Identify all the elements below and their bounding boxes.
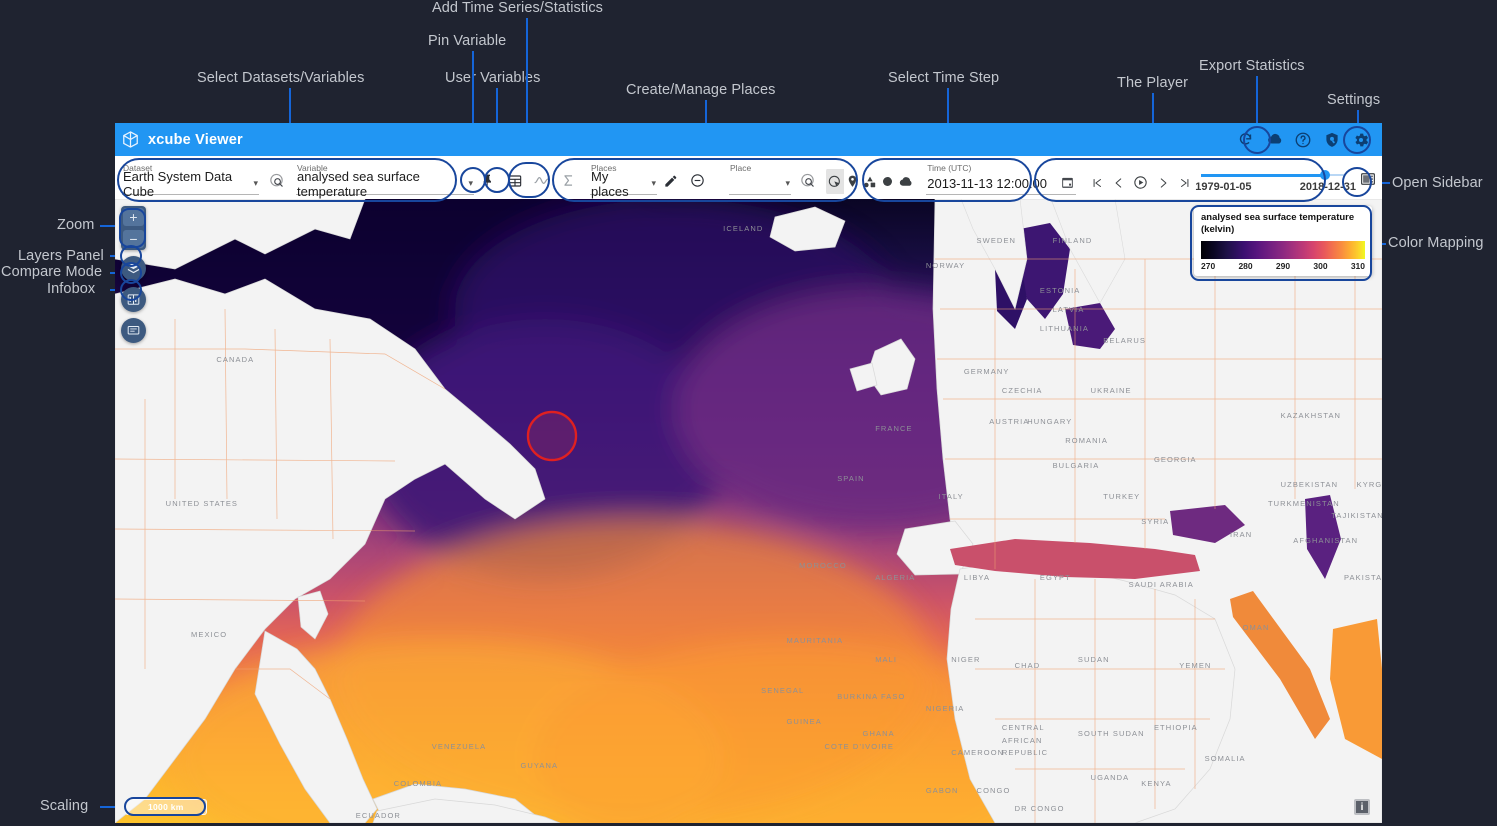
chevron-down-icon: ▾ (651, 178, 656, 188)
dataset-value[interactable]: Earth System Data Cube ▾ (122, 169, 259, 199)
annotation-zoom: Zoom (57, 217, 95, 233)
time-value-text: 2013-11-13 12:00:00 (927, 176, 1048, 191)
play-icon[interactable] (1130, 172, 1151, 193)
map-raster (115, 199, 1382, 823)
calendar-icon[interactable] (1060, 175, 1075, 193)
places-value-text: My places (591, 168, 629, 199)
legend-title-line1: analysed sea surface temperature (1201, 212, 1355, 223)
compare-mode-icon[interactable] (121, 287, 146, 312)
time-value[interactable]: 2013-11-13 12:00:00 (926, 174, 1077, 195)
zoom-out-button[interactable]: − (123, 230, 144, 248)
annotation-infobox: Infobox (47, 281, 96, 297)
pencil-icon[interactable] (657, 167, 684, 194)
dataset-selector[interactable]: Dataset Earth System Data Cube ▾ (122, 163, 259, 199)
map-canvas[interactable]: CANADA UNITED STATES MEXICO VENEZUELA COLOMB… (115, 199, 1382, 823)
minus-circle-icon[interactable] (684, 167, 711, 194)
control-bar: Dataset Earth System Data Cube ▾ Variabl… (115, 156, 1382, 199)
legend-title-line2: (kelvin) (1201, 224, 1235, 235)
slider-fill (1201, 174, 1326, 177)
legend-tick: 310 (1350, 261, 1365, 271)
places-value[interactable]: My places ▾ (590, 169, 657, 199)
annotation-scaling: Scaling (40, 798, 89, 814)
draw-tools-group (826, 168, 914, 195)
help-icon[interactable] (1290, 127, 1316, 153)
annotation-player: The Player (1117, 75, 1189, 91)
cloud-download-icon[interactable] (1261, 127, 1287, 153)
place-selector[interactable]: Place ▾ (729, 163, 791, 195)
zoom-in-button[interactable]: + (123, 208, 144, 226)
circle-icon[interactable] (879, 169, 897, 194)
select-pointer-icon[interactable] (826, 169, 844, 194)
page-title: xcube Viewer (148, 131, 243, 148)
annotation-settings: Settings (1327, 92, 1381, 108)
variable-value-text: analysed sea surface temperature (297, 168, 420, 199)
xcube-viewer-window: xcube Viewer Dataset Earth System Data C… (115, 123, 1382, 823)
color-mapping-legend[interactable]: analysed sea surface temperature (kelvin… (1194, 206, 1372, 276)
last-step-icon[interactable] (1174, 172, 1195, 193)
leader-line (1256, 76, 1258, 128)
annotation-layers-panel: Layers Panel (18, 248, 104, 264)
map-attribution-info-button[interactable]: i (1354, 799, 1370, 815)
marker-pin-icon[interactable] (844, 169, 862, 194)
titlebar: xcube Viewer (115, 123, 1382, 156)
slider-min-label: 1979-01-05 (1195, 181, 1252, 193)
open-sidebar-icon[interactable] (1358, 166, 1378, 192)
sigma-icon[interactable] (555, 167, 582, 194)
annotation-add-timeseries: Add Time Series/Statistics (432, 0, 604, 16)
places-selector[interactable]: Places My places ▾ (590, 163, 657, 199)
annotation-export-statistics: Export Statistics (1199, 58, 1305, 74)
cloud-upload-icon[interactable] (897, 169, 915, 194)
annotation-pin-variable: Pin Variable (428, 33, 507, 49)
polygon-icon[interactable] (861, 169, 879, 194)
cube-icon (121, 130, 140, 149)
next-step-icon[interactable] (1152, 172, 1173, 193)
place-value[interactable]: ▾ (729, 174, 791, 195)
annotation-select-time-step: Select Time Step (888, 70, 1000, 86)
dataset-value-text: Earth System Data Cube (123, 168, 233, 199)
time-step-selector[interactable]: Time (UTC) 2013-11-13 12:00:00 (926, 163, 1077, 195)
chevron-down-icon: ▾ (253, 178, 258, 188)
map-controls: + − (121, 206, 146, 343)
legend-colorbar[interactable] (1201, 241, 1365, 259)
prev-step-icon[interactable] (1108, 172, 1129, 193)
annotation-open-sidebar: Open Sidebar (1392, 175, 1483, 191)
annotation-compare-mode: Compare Mode (1, 264, 103, 280)
legend-tick: 280 (1238, 261, 1253, 271)
time-label: Time (UTC) (927, 163, 972, 173)
dataset-search-icon[interactable] (263, 167, 290, 194)
first-step-icon[interactable] (1086, 172, 1107, 193)
legend-tick: 270 (1201, 261, 1216, 271)
infobox-icon[interactable] (121, 318, 146, 343)
annotation-color-mapping: Color Mapping (1388, 235, 1484, 251)
scale-bar: 1000 km (125, 799, 207, 815)
slider-max-label: 2018-12-31 (1299, 181, 1357, 193)
shield-icon[interactable] (1319, 127, 1345, 153)
table-grid-icon[interactable] (501, 167, 528, 194)
place-label: Place (730, 163, 752, 173)
slider-thumb[interactable] (1320, 170, 1331, 180)
layers-icon[interactable] (121, 256, 146, 281)
legend-tick: 290 (1275, 261, 1291, 271)
place-search-icon[interactable] (794, 167, 821, 194)
player-controls (1086, 172, 1195, 195)
chevron-down-icon: ▾ (468, 178, 473, 188)
refresh-icon[interactable] (1232, 127, 1258, 153)
time-range-slider[interactable]: 1979-01-05 2018-12-31 (1195, 161, 1356, 195)
pin-icon[interactable] (474, 167, 501, 194)
zoom-control: + − (121, 206, 146, 250)
variable-value[interactable]: analysed sea surface temperature ▾ (296, 169, 474, 199)
annotation-select-datasets: Select Datasets/Variables (197, 70, 365, 86)
annotation-create-places: Create/Manage Places (626, 82, 776, 98)
legend-ticks: 270 280 290 300 310 (1201, 261, 1365, 271)
line-chart-icon[interactable] (528, 167, 555, 194)
legend-tick: 300 (1313, 261, 1328, 271)
settings-gear-icon[interactable] (1348, 127, 1374, 153)
variable-selector[interactable]: Variable analysed sea surface temperatur… (296, 163, 474, 199)
chevron-down-icon: ▾ (785, 178, 790, 188)
